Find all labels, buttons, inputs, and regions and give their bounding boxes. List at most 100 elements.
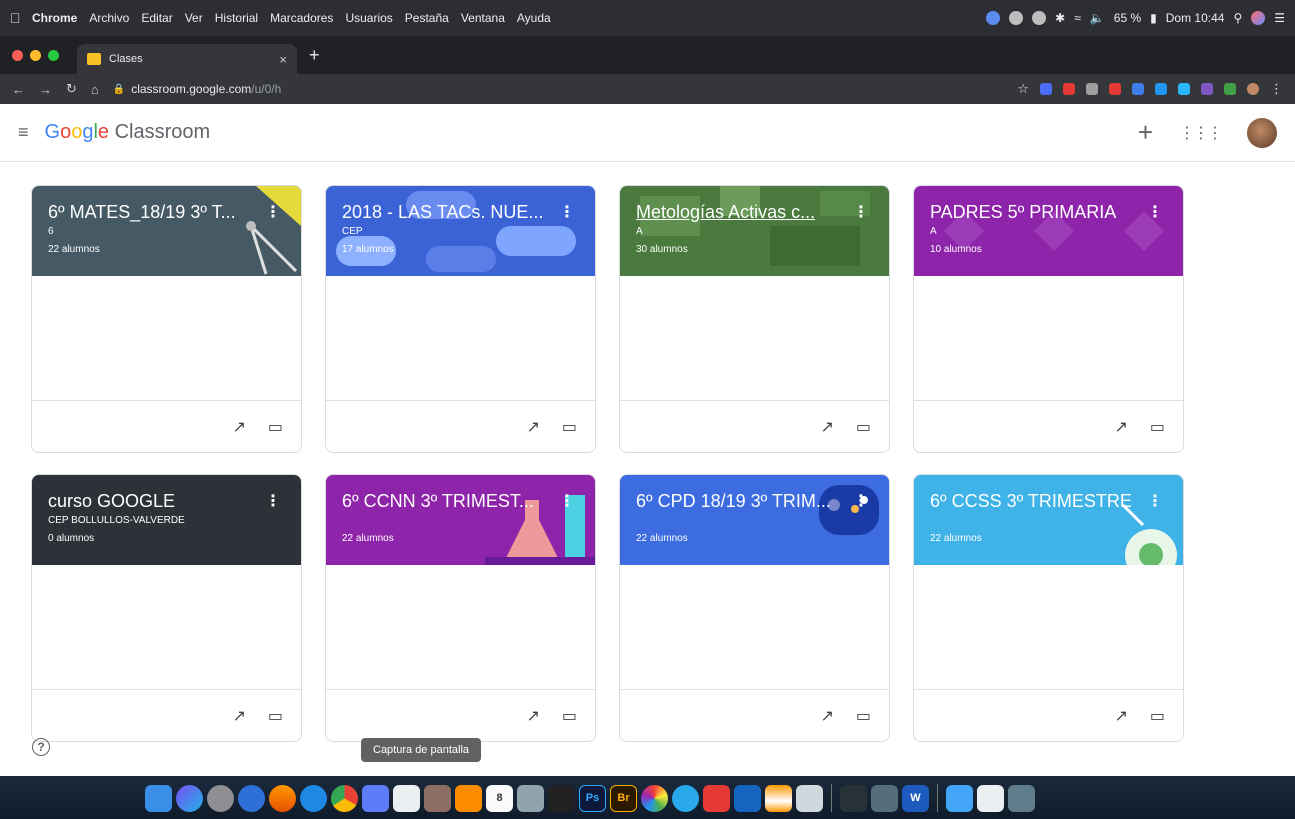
close-window-button[interactable] (12, 49, 23, 61)
bluetooth-icon[interactable]: ✱ (1055, 11, 1065, 25)
account-avatar[interactable] (1247, 117, 1277, 148)
class-card-banner[interactable]: curso GOOGLE CEP BOLLULLOS-VALVERDE 0 al… (32, 475, 301, 565)
calendar-icon[interactable]: 8 (486, 784, 513, 812)
class-card-banner[interactable]: 6º CPD 18/19 3º TRIM... 22 alumnos ⋮ (620, 475, 889, 565)
more-options-icon[interactable]: ⋮ (559, 491, 575, 511)
create-or-join-class-button[interactable]: + (1138, 117, 1153, 148)
more-options-icon[interactable]: ⋮ (1147, 491, 1163, 511)
trending-up-icon[interactable]: ↗ (526, 417, 539, 437)
downloads-folder-icon[interactable] (946, 784, 973, 812)
minimize-window-button[interactable] (30, 49, 41, 61)
menu-ver[interactable]: Ver (185, 11, 203, 25)
class-title[interactable]: 2018 - LAS TACs. NUE... (342, 202, 547, 223)
class-card[interactable]: 6º CPD 18/19 3º TRIM... 22 alumnos ⋮ ↗ ▭ (619, 474, 890, 742)
menu-historial[interactable]: Historial (215, 11, 258, 25)
siri-icon[interactable] (176, 784, 203, 812)
battery-icon[interactable]: ▮ (1150, 11, 1157, 25)
more-options-icon[interactable]: ⋮ (853, 491, 869, 511)
finder-icon[interactable] (145, 784, 172, 812)
class-card-banner[interactable]: Metologías Activas c... A 30 alumnos ⋮ (620, 186, 889, 276)
launchpad-icon[interactable] (207, 784, 234, 812)
firefox-icon[interactable] (269, 784, 296, 812)
more-options-icon[interactable]: ⋮ (265, 491, 281, 511)
time-machine-icon[interactable] (517, 784, 544, 812)
notification-center-icon[interactable]: ☰ (1274, 11, 1285, 25)
terminal-icon[interactable] (840, 784, 867, 812)
profile-avatar-icon[interactable] (1247, 83, 1259, 95)
extension-icon[interactable] (1201, 83, 1213, 95)
back-arrow-icon[interactable]: ← (12, 82, 25, 97)
trending-up-icon[interactable]: ↗ (232, 417, 245, 437)
class-card-banner[interactable]: 6º CCNN 3º TRIMEST... 22 alumnos ⋮ (326, 475, 595, 565)
folder-icon[interactable]: ▭ (856, 417, 871, 437)
tab-close-icon[interactable]: × (279, 52, 287, 67)
menu-usuarios[interactable]: Usuarios (345, 11, 392, 25)
folder-icon[interactable]: ▭ (562, 706, 577, 726)
forward-arrow-icon[interactable]: → (39, 82, 52, 97)
menu-app-name[interactable]: Chrome (32, 11, 77, 25)
clock[interactable]: Dom 10:44 (1166, 11, 1225, 25)
folder-icon[interactable]: ▭ (268, 417, 283, 437)
class-card[interactable]: 6º CCSS 3º TRIMESTRE 22 alumnos ⋮ ↗ ▭ (913, 474, 1184, 742)
safari-icon[interactable] (300, 784, 327, 812)
class-title[interactable]: curso GOOGLE (48, 491, 253, 512)
class-card-banner[interactable]: PADRES 5º PRIMARIA A 10 alumnos ⋮ (914, 186, 1183, 276)
class-title[interactable]: 6º MATES_18/19 3º T... (48, 202, 253, 223)
notes-app-icon[interactable] (424, 784, 451, 812)
home-icon[interactable]: ⌂ (91, 82, 99, 97)
folder-icon[interactable]: ▭ (856, 706, 871, 726)
battery-percent[interactable]: 65 % (1114, 11, 1141, 25)
word-icon[interactable]: W (902, 784, 929, 812)
folder-icon[interactable]: ▭ (1150, 706, 1165, 726)
class-title[interactable]: 6º CPD 18/19 3º TRIM... (636, 491, 841, 512)
google-classroom-logo[interactable]: Google Classroom (45, 121, 211, 144)
spotlight-search-icon[interactable]: ⚲ (1233, 11, 1242, 25)
trending-up-icon[interactable]: ↗ (820, 706, 833, 726)
screenshot-icon[interactable] (393, 784, 420, 812)
photos-icon[interactable] (641, 784, 668, 812)
siri-icon[interactable] (1251, 11, 1266, 25)
status-app-icon[interactable] (1009, 11, 1024, 25)
final-cut-icon[interactable] (548, 784, 575, 812)
address-bar[interactable]: 🔒 classroom.google.com /u/0/h (113, 77, 1018, 101)
maximize-window-button[interactable] (48, 49, 59, 61)
class-title[interactable]: PADRES 5º PRIMARIA (930, 202, 1135, 223)
more-options-icon[interactable]: ⋮ (265, 202, 281, 222)
safari-compass-icon[interactable] (238, 784, 265, 812)
class-card[interactable]: 6º MATES_18/19 3º T... 6 22 alumnos ⋮ ↗ … (31, 185, 302, 453)
hamburger-menu-icon[interactable]: ≡ (18, 122, 29, 143)
extension-icon[interactable] (1063, 83, 1075, 95)
class-title[interactable]: 6º CCNN 3º TRIMEST... (342, 491, 547, 512)
trash-icon[interactable] (1008, 784, 1035, 812)
extension-icon[interactable] (1132, 83, 1144, 95)
trending-up-icon[interactable]: ↗ (1114, 706, 1127, 726)
extension-icon[interactable] (1224, 83, 1236, 95)
new-tab-button[interactable]: + (309, 45, 320, 66)
extension-icon[interactable] (1155, 83, 1167, 95)
document-icon[interactable] (977, 784, 1004, 812)
anydesk-icon[interactable] (703, 784, 730, 812)
class-card[interactable]: Metologías Activas c... A 30 alumnos ⋮ ↗… (619, 185, 890, 453)
menu-ayuda[interactable]: Ayuda (517, 11, 551, 25)
class-card[interactable]: PADRES 5º PRIMARIA A 10 alumnos ⋮ ↗ ▭ (913, 185, 1184, 453)
extension-icon[interactable] (1109, 83, 1121, 95)
menu-pestana[interactable]: Pestaña (405, 11, 449, 25)
bookmark-star-icon[interactable]: ☆ (1017, 81, 1029, 97)
apple-icon[interactable]:  (10, 10, 32, 26)
extension-icon[interactable] (1040, 83, 1052, 95)
trending-up-icon[interactable]: ↗ (820, 417, 833, 437)
extension-icon[interactable] (1178, 83, 1190, 95)
wifi-icon[interactable]: ≈ (1074, 11, 1081, 25)
app-icon[interactable] (796, 784, 823, 812)
status-app-icon[interactable] (986, 11, 1001, 25)
class-title[interactable]: 6º CCSS 3º TRIMESTRE (930, 491, 1135, 512)
class-card[interactable]: 6º CCNN 3º TRIMEST... 22 alumnos ⋮ ↗ ▭ (325, 474, 596, 742)
folder-icon[interactable]: ▭ (268, 706, 283, 726)
menu-ventana[interactable]: Ventana (461, 11, 505, 25)
status-app-icon[interactable] (1032, 11, 1047, 25)
help-icon[interactable]: ? (32, 738, 50, 756)
photoshop-icon[interactable]: Ps (579, 784, 606, 812)
vlc-cone-icon[interactable] (765, 784, 792, 812)
class-card[interactable]: curso GOOGLE CEP BOLLULLOS-VALVERDE 0 al… (31, 474, 302, 742)
more-options-icon[interactable]: ⋮ (1147, 202, 1163, 222)
